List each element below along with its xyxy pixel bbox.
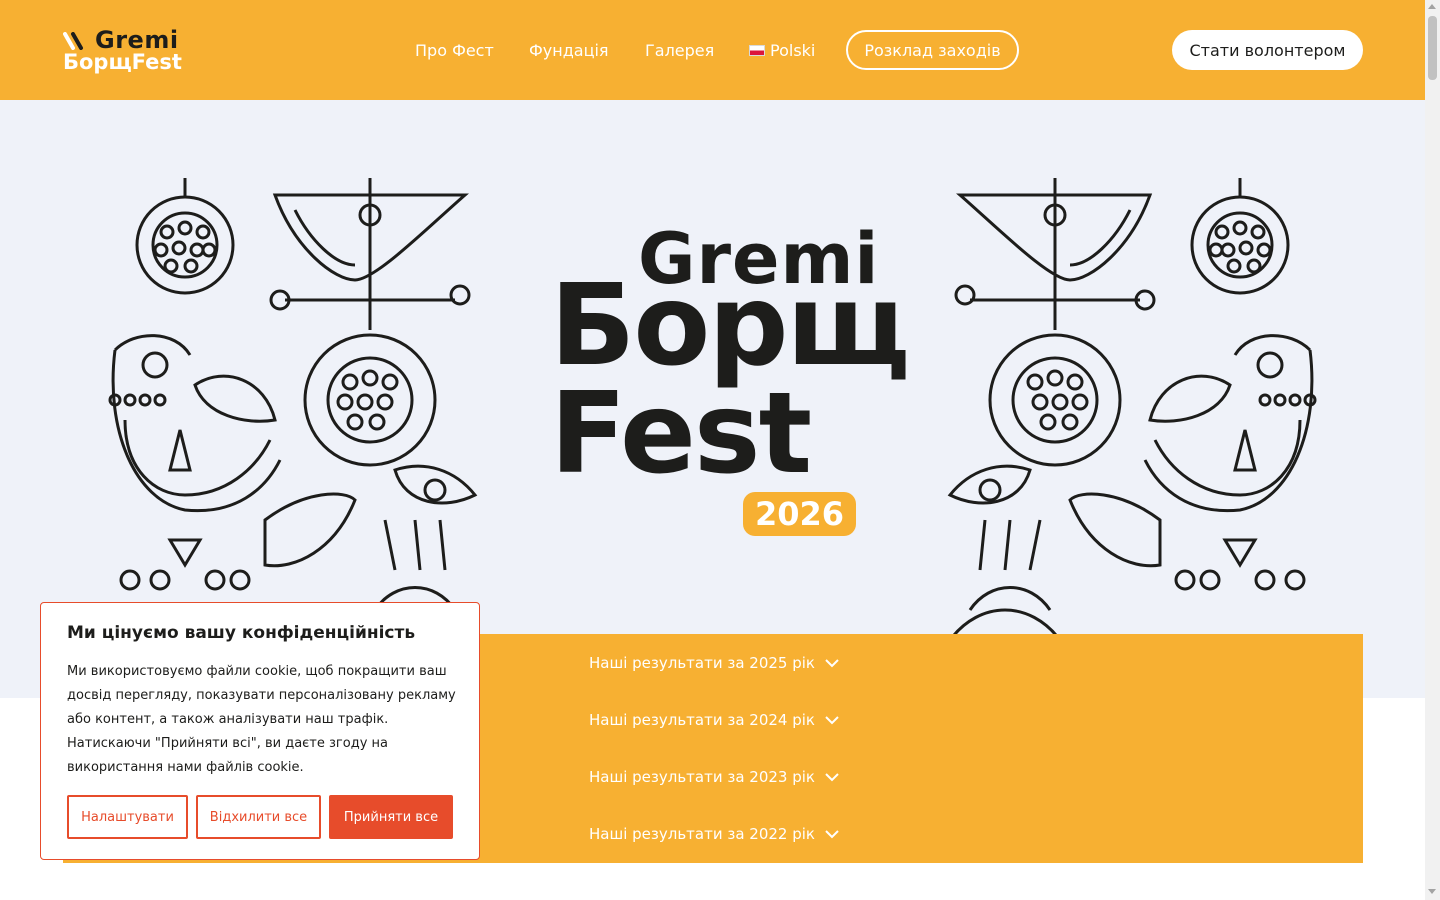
- scrollbar-thumb[interactable]: [1428, 16, 1437, 80]
- language-label: Polski: [770, 41, 816, 60]
- chevron-down-icon: [825, 659, 839, 668]
- logo-mark-icon: [63, 32, 83, 50]
- nav-link-foundation[interactable]: Фундація: [529, 41, 609, 60]
- cookie-banner-text: Ми використовуємо файли cookie, щоб покр…: [67, 664, 456, 775]
- poland-flag-icon: [749, 45, 765, 56]
- folk-ornament-illustration: [947, 178, 1317, 640]
- cookie-consent-banner: Ми цінуємо вашу конфіденційність Ми вико…: [40, 602, 480, 860]
- scroll-down-arrow-icon[interactable]: [1428, 889, 1436, 894]
- volunteer-button[interactable]: Стати волонтером: [1172, 30, 1363, 70]
- logo-line-2: БорщFest: [63, 50, 182, 74]
- accordion-item-2023[interactable]: Наші результати за 2023 рік: [589, 768, 839, 786]
- accordion-item-2024[interactable]: Наші результати за 2024 рік: [589, 711, 839, 729]
- accordion-item-2025[interactable]: Наші результати за 2025 рік: [589, 654, 839, 672]
- chevron-down-icon: [825, 773, 839, 782]
- accordion-item-label: Наші результати за 2023 рік: [589, 768, 815, 786]
- folk-ornament-illustration: [108, 178, 478, 640]
- site-logo[interactable]: Gremi БорщFest: [63, 26, 183, 76]
- scroll-up-arrow-icon[interactable]: [1428, 4, 1436, 9]
- festival-logo: Gremi Борщ Fest 2026: [550, 218, 910, 548]
- schedule-button[interactable]: Розклад заходів: [846, 30, 1019, 70]
- nav-link-gallery[interactable]: Галерея: [645, 41, 714, 60]
- site-header: Gremi БорщFest Про Фест Фундація Галерея…: [0, 0, 1425, 100]
- page-scrollbar[interactable]: [1425, 0, 1440, 900]
- cookie-customize-button[interactable]: Налаштувати: [67, 795, 188, 839]
- nav-link-about[interactable]: Про Фест: [415, 41, 494, 60]
- cookie-banner-title: Ми цінуємо вашу конфіденційність: [67, 623, 416, 643]
- accordion-item-label: Наші результати за 2022 рік: [589, 825, 815, 843]
- festival-year-badge: 2026: [743, 492, 856, 536]
- accordion-item-2022[interactable]: Наші результати за 2022 рік: [589, 825, 839, 843]
- chevron-down-icon: [825, 716, 839, 725]
- cookie-accept-button[interactable]: Прийняти все: [329, 795, 453, 839]
- cookie-reject-button[interactable]: Відхилити все: [196, 795, 321, 839]
- chevron-down-icon: [825, 830, 839, 839]
- accordion-item-label: Наші результати за 2024 рік: [589, 711, 815, 729]
- festival-logo-line-3: Fest: [550, 369, 812, 499]
- accordion-item-label: Наші результати за 2025 рік: [589, 654, 815, 672]
- festival-logo-line-2: Борщ: [550, 261, 910, 391]
- language-switcher[interactable]: Polski: [749, 41, 815, 60]
